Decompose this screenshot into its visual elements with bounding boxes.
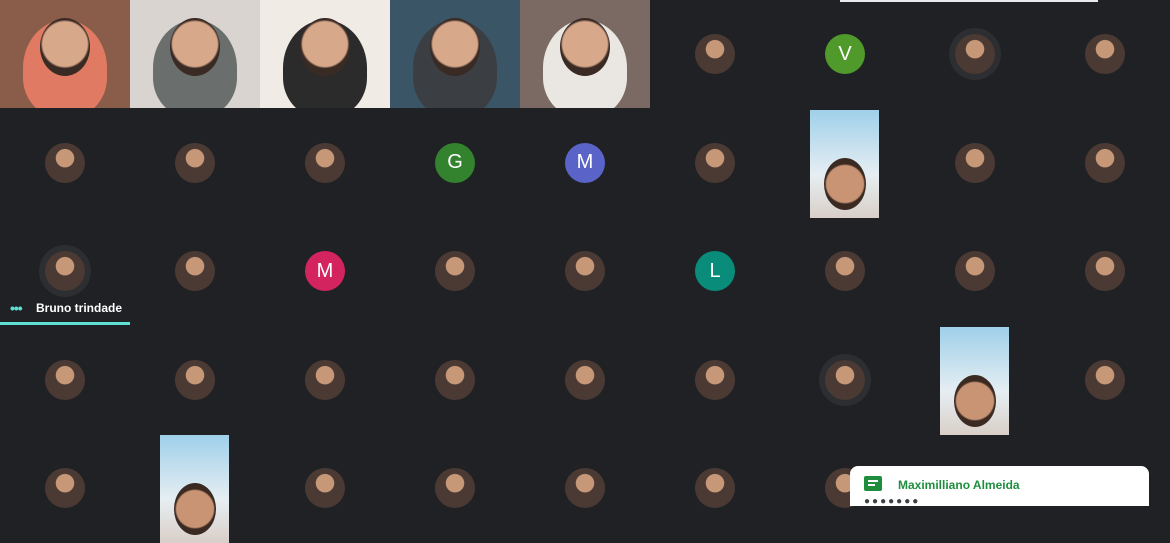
- video-tile-4[interactable]: [390, 0, 520, 108]
- participant-tile[interactable]: [650, 0, 780, 108]
- participant-face: [40, 18, 90, 76]
- participant-avatar: [1085, 34, 1125, 74]
- participant-tile[interactable]: [780, 217, 910, 325]
- participant-avatar: [695, 142, 735, 183]
- participant-tile[interactable]: [260, 325, 390, 434]
- participant-avatar: [565, 359, 605, 400]
- participant-avatar: [565, 251, 605, 291]
- participant-tile[interactable]: [1040, 108, 1170, 217]
- participant-avatar: [45, 142, 85, 183]
- participant-tile[interactable]: [260, 108, 390, 217]
- portrait-video-thumbnail[interactable]: [940, 326, 1009, 435]
- participant-tile[interactable]: G: [390, 108, 520, 217]
- participant-tile[interactable]: [520, 217, 650, 325]
- portrait-video-thumbnail[interactable]: [810, 109, 879, 218]
- participant-avatar: [45, 251, 85, 291]
- participant-tile[interactable]: V: [780, 0, 910, 108]
- top-divider: [840, 0, 1098, 2]
- participant-tile[interactable]: [0, 434, 130, 542]
- participant-tile[interactable]: [1040, 217, 1170, 325]
- participant-tile[interactable]: L: [650, 217, 780, 325]
- participant-tile[interactable]: [130, 325, 260, 434]
- participant-tile[interactable]: [650, 108, 780, 217]
- participant-tile[interactable]: [0, 325, 130, 434]
- participant-avatar: G: [435, 142, 475, 183]
- participant-avatar: M: [305, 251, 345, 291]
- participant-avatar: [695, 468, 735, 508]
- participant-face: [170, 18, 220, 76]
- participant-face: [174, 483, 216, 535]
- participant-tile[interactable]: [780, 325, 910, 434]
- participant-tile[interactable]: [910, 108, 1040, 217]
- video-tile-3[interactable]: [260, 0, 390, 108]
- participant-tile[interactable]: [910, 0, 1040, 108]
- participant-avatar: [695, 359, 735, 400]
- participant-tile[interactable]: [1040, 325, 1170, 434]
- participant-avatar: V: [825, 34, 865, 74]
- participant-avatar: [955, 34, 995, 74]
- participant-avatar: [175, 142, 215, 183]
- active-speaker-highlight: [0, 322, 130, 325]
- participant-avatar: [435, 359, 475, 400]
- video-tile-5[interactable]: [520, 0, 650, 108]
- participant-tile[interactable]: [390, 325, 520, 434]
- participant-avatar: [825, 251, 865, 291]
- participant-tile[interactable]: [650, 325, 780, 434]
- participant-tile[interactable]: [390, 434, 520, 542]
- participant-face: [560, 18, 610, 76]
- participant-tile[interactable]: [520, 325, 650, 434]
- portrait-video-thumbnail[interactable]: [160, 435, 229, 543]
- participant-avatar: [435, 251, 475, 291]
- participant-tile[interactable]: [130, 217, 260, 325]
- participant-tile[interactable]: [520, 434, 650, 542]
- participant-avatar: [1085, 359, 1125, 400]
- participant-avatar: [175, 251, 215, 291]
- notification-message: ●●●●●●●: [864, 496, 921, 507]
- participant-avatar: [955, 142, 995, 183]
- participant-face: [824, 157, 866, 210]
- participant-avatar: [1085, 251, 1125, 291]
- participant-avatar: [695, 34, 735, 74]
- participant-tile[interactable]: [650, 434, 780, 542]
- participant-avatar: M: [565, 142, 605, 183]
- participant-face: [300, 18, 350, 76]
- participant-avatar: [45, 359, 85, 400]
- participant-tile[interactable]: [1040, 0, 1170, 108]
- participant-avatar: [435, 468, 475, 508]
- participant-avatar: [1085, 142, 1125, 183]
- participant-tile[interactable]: [130, 108, 260, 217]
- participant-tile[interactable]: [260, 434, 390, 542]
- participant-avatar: [305, 359, 345, 400]
- participant-tile[interactable]: [910, 217, 1040, 325]
- participant-avatar: [825, 359, 865, 400]
- participant-avatar: [45, 468, 85, 508]
- participant-tile[interactable]: M: [260, 217, 390, 325]
- participant-face: [954, 374, 996, 427]
- notification-sender: Maximilliano Almeida: [898, 478, 1020, 492]
- chat-notification[interactable]: Maximilliano Almeida ●●●●●●●: [850, 466, 1149, 507]
- participant-tile[interactable]: [0, 108, 130, 217]
- participant-avatar: [305, 142, 345, 183]
- participant-avatar: L: [695, 251, 735, 291]
- chat-icon: [864, 476, 882, 491]
- participant-grid: V G M M L: [0, 0, 1170, 543]
- video-tile-2[interactable]: [130, 0, 260, 108]
- video-tile-1[interactable]: [0, 0, 130, 108]
- participant-face: [430, 18, 480, 76]
- participant-avatar: [175, 359, 215, 400]
- participant-avatar: [565, 468, 605, 508]
- participant-avatar: [305, 468, 345, 508]
- participant-tile[interactable]: M: [520, 108, 650, 217]
- speaking-indicator-icon: •••: [10, 300, 23, 316]
- participant-avatar: [955, 251, 995, 291]
- active-speaker-name: Bruno trindade: [36, 301, 122, 315]
- participant-tile[interactable]: [390, 217, 520, 325]
